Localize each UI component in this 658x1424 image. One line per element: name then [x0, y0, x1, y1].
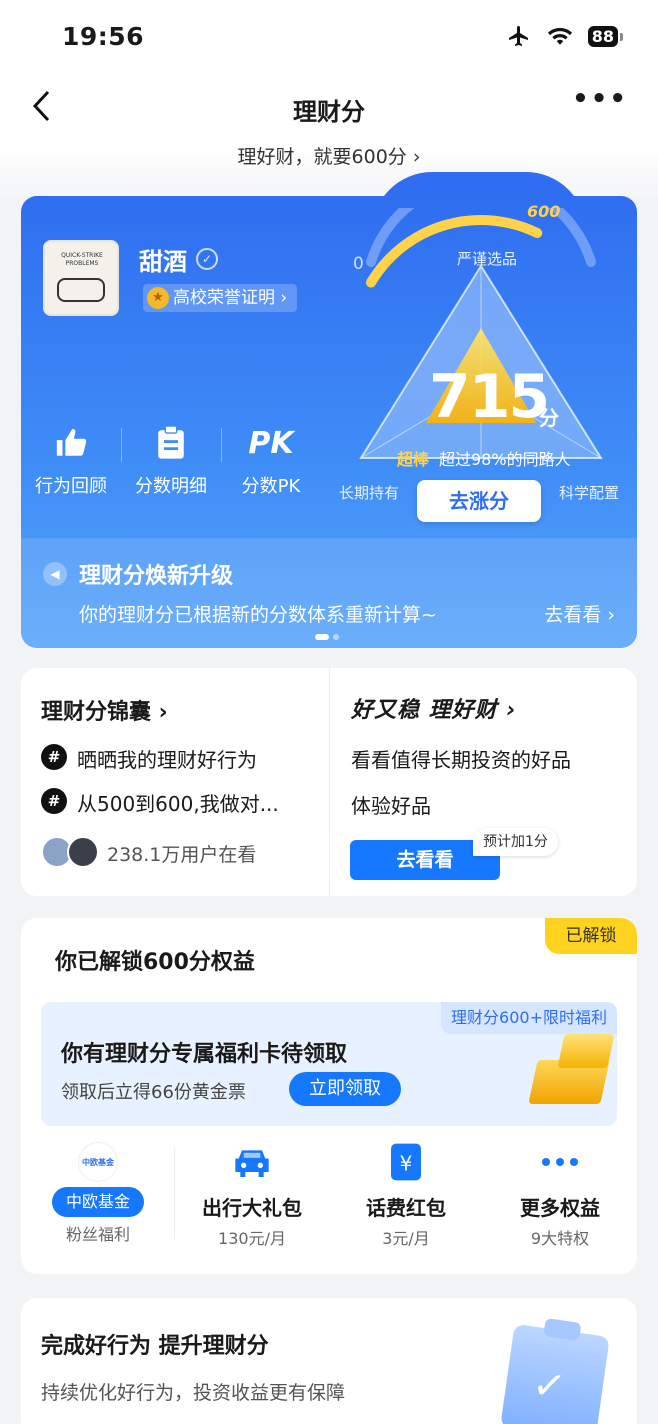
carousel-dots	[315, 634, 339, 640]
score-exceed-text: 超过98%的同路人	[439, 450, 571, 469]
viewer-count: 238.1万用户在看	[107, 844, 257, 866]
thumbs-up-icon	[21, 422, 121, 464]
unlocked-tag: 已解锁	[545, 918, 637, 954]
page-title: 理财分	[293, 98, 365, 126]
viewer-avatars	[41, 836, 105, 868]
clipboard-icon	[121, 422, 221, 464]
tips-cards: 理财分锦囊 › # 晒晒我的理财好行为 # 从500到600,我做对... 23…	[21, 668, 637, 896]
score-unit: 分	[539, 406, 559, 430]
perk-sub: 9大特权	[530, 1229, 590, 1248]
perk-row: 中欧基金 中欧基金 粉丝福利 出行大礼包 130元/月 ¥ 话费红包 3元/月 …	[21, 1140, 637, 1250]
target-600-link[interactable]: 理好财，就要600分 ›	[0, 142, 658, 169]
tip-item[interactable]: 从500到600,我做对...	[77, 788, 279, 817]
airplane-icon	[508, 26, 528, 46]
svg-text:¥: ¥	[400, 1151, 413, 1175]
gauge-min-label: 0	[353, 254, 364, 274]
welfare-title: 你有理财分专属福利卡待领取	[61, 1042, 348, 1067]
perk-more[interactable]: 更多权益 9大特权	[483, 1140, 637, 1250]
zhongou-pill: 中欧基金	[51, 1187, 144, 1217]
tip-item[interactable]: 晒晒我的理财好行为	[77, 744, 257, 773]
axis-label-right: 科学配置	[559, 484, 620, 502]
raise-score-button[interactable]: 去涨分	[417, 480, 541, 522]
battery-indicator: 88	[587, 25, 624, 47]
benefits-card: 已解锁 你已解锁600分权益 理财分600+限时福利 你有理财分专属福利卡待领取…	[21, 918, 637, 1274]
welfare-tag: 理财分600+限时福利	[441, 1002, 617, 1034]
more-dots-icon	[483, 1140, 637, 1184]
score-value: 715	[429, 362, 550, 432]
claim-button[interactable]: 立即领取	[289, 1072, 401, 1106]
good-behavior-desc: 持续优化好行为，投资收益更有保障	[41, 1382, 346, 1404]
speaker-icon: ◀	[43, 562, 67, 586]
perk-phone-bill[interactable]: ¥ 话费红包 3元/月	[329, 1140, 483, 1250]
avatar-doodle	[57, 278, 105, 302]
perk-zhongou[interactable]: 中欧基金 中欧基金 粉丝福利	[21, 1140, 175, 1250]
action-behavior-review[interactable]: 行为回顾	[21, 422, 121, 498]
honor-certificate-link[interactable]: ★ 高校荣誉证明 ›	[143, 284, 298, 312]
good-behavior-title: 完成好行为 提升理财分	[41, 1334, 269, 1359]
notice-title: 理财分焕新升级	[79, 564, 234, 589]
welfare-banner[interactable]: 理财分600+限时福利 你有理财分专属福利卡待领取 领取后立得66份黄金票 立即…	[41, 1002, 617, 1126]
bonus-badge: 预计加1分	[473, 828, 558, 856]
divider	[329, 668, 330, 896]
tips-title[interactable]: 理财分锦囊 ›	[41, 694, 168, 726]
hashtag-icon: #	[41, 788, 67, 814]
gold-bar-icon	[557, 1034, 615, 1068]
clipboard-check-icon: ✓	[500, 1318, 610, 1424]
perk-sub: 130元/月	[218, 1229, 286, 1248]
score-level: 超棒	[397, 450, 430, 469]
perk-name: 更多权益	[520, 1196, 600, 1220]
good-behavior-card[interactable]: 完成好行为 提升理财分 持续优化好行为，投资收益更有保障 ✓	[21, 1298, 637, 1424]
verified-icon[interactable]: ✓	[196, 248, 218, 270]
pk-icon: PK	[248, 425, 294, 461]
wifi-icon	[547, 27, 572, 45]
zhongou-logo-icon: 中欧基金	[21, 1140, 175, 1184]
more-icon[interactable]: •••	[572, 84, 628, 114]
perk-travel[interactable]: 出行大礼包 130元/月	[175, 1140, 329, 1250]
action-label: 分数明细	[135, 476, 207, 497]
welfare-desc: 领取后立得66份黄金票	[61, 1082, 246, 1103]
action-label: 行为回顾	[35, 476, 107, 497]
perk-sub: 粉丝福利	[65, 1225, 130, 1244]
car-icon	[175, 1140, 329, 1184]
honor-label: 高校荣誉证明 ›	[173, 288, 288, 308]
benefits-title: 你已解锁600分权益	[55, 950, 255, 975]
avatar-text: QUICK-STRIKE PROBLEMS	[61, 252, 103, 267]
perk-name: 话费红包	[366, 1196, 446, 1220]
notice-link[interactable]: 去看看 ›	[544, 600, 615, 627]
upgrade-notice[interactable]: ◀ 理财分焕新升级 你的理财分已根据新的分数体系重新计算~ 去看看 ›	[21, 538, 637, 648]
medal-icon: ★	[147, 287, 169, 309]
gauge-target-label: 600	[527, 202, 561, 221]
nav-bar: 理财分 •••	[0, 70, 658, 145]
yen-icon: ¥	[329, 1140, 483, 1184]
avatar[interactable]: QUICK-STRIKE PROBLEMS	[43, 240, 119, 316]
axis-label-top: 严谨选品	[457, 250, 518, 268]
good-product-line2: 体验好品	[351, 794, 431, 818]
status-bar: 19:56 88	[0, 0, 658, 70]
action-label: 分数PK	[241, 476, 301, 497]
good-product-title[interactable]: 好又稳 理好财 ›	[351, 692, 516, 724]
perk-sub: 3元/月	[382, 1229, 430, 1248]
action-score-detail[interactable]: 分数明细	[121, 422, 221, 498]
hashtag-icon: #	[41, 744, 67, 770]
username: 甜酒	[139, 248, 187, 276]
status-icons: 88	[506, 24, 624, 48]
axis-label-left: 长期持有	[339, 484, 400, 502]
score-card: QUICK-STRIKE PROBLEMS 甜酒 ✓ ★ 高校荣誉证明 › 行为…	[21, 196, 637, 648]
score-triangle: 600 0 严谨选品 715 分 超棒 超过98%的同路人 长期持有 科学配置 …	[331, 196, 631, 528]
perk-name: 出行大礼包	[202, 1196, 302, 1220]
good-product-line1: 看看值得长期投资的好品	[351, 748, 571, 772]
action-row: 行为回顾 分数明细 PK 分数PK	[21, 422, 321, 498]
action-score-pk[interactable]: PK 分数PK	[221, 422, 321, 498]
notice-desc: 你的理财分已根据新的分数体系重新计算~	[79, 604, 437, 626]
status-time: 19:56	[62, 22, 145, 51]
